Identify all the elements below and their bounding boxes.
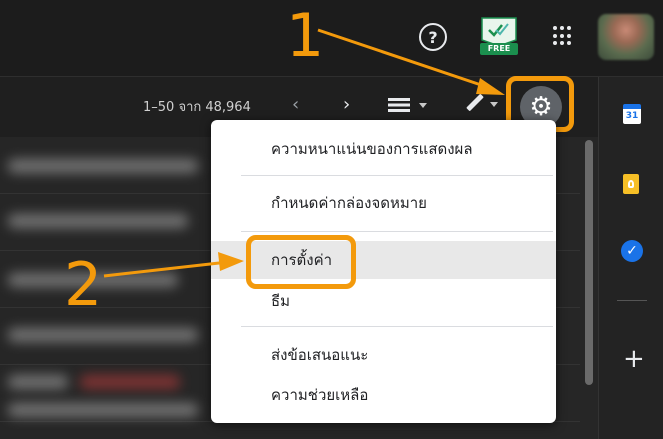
- apps-grid-icon[interactable]: [553, 26, 573, 46]
- help-icon[interactable]: ?: [419, 23, 447, 51]
- menu-divider: [241, 326, 553, 327]
- rail-divider: [617, 300, 647, 301]
- chevron-down-icon: [490, 102, 498, 107]
- density-icon: [388, 98, 410, 112]
- compose-mode-button[interactable]: [460, 92, 502, 114]
- settings-item-highlight-box: [246, 235, 356, 289]
- keep-icon[interactable]: [623, 174, 639, 194]
- step-2-label: 2: [64, 250, 103, 320]
- checkmark-badge-icon: [481, 17, 517, 47]
- avatar[interactable]: [598, 14, 654, 60]
- calendar-icon[interactable]: 31: [623, 104, 641, 124]
- menu-divider: [241, 231, 553, 232]
- pencil-icon: [466, 93, 484, 112]
- free-badge: FREE: [480, 43, 518, 55]
- menu-item-display-density[interactable]: ความหนาแน่นของการแสดงผล: [211, 134, 556, 164]
- step-1-label: 1: [286, 1, 325, 71]
- chevron-down-icon: [419, 103, 427, 108]
- add-addon-button[interactable]: +: [623, 346, 645, 372]
- density-button[interactable]: [388, 98, 428, 114]
- extension-icon[interactable]: FREE: [478, 16, 520, 60]
- tasks-icon[interactable]: ✓: [621, 240, 643, 262]
- menu-item-help[interactable]: ความช่วยเหลือ: [211, 380, 556, 410]
- page-count: 1–50 จาก 48,964: [143, 100, 251, 115]
- prev-page-button[interactable]: ‹: [292, 95, 299, 115]
- menu-item-send-feedback[interactable]: ส่งข้อเสนอแนะ: [211, 340, 556, 370]
- menu-divider: [241, 175, 553, 176]
- menu-item-configure-inbox[interactable]: กำหนดค่ากล่องจดหมาย: [211, 188, 556, 218]
- scrollbar[interactable]: [585, 140, 593, 385]
- next-page-button[interactable]: ›: [343, 95, 350, 115]
- menu-item-themes[interactable]: ธีม: [211, 286, 556, 316]
